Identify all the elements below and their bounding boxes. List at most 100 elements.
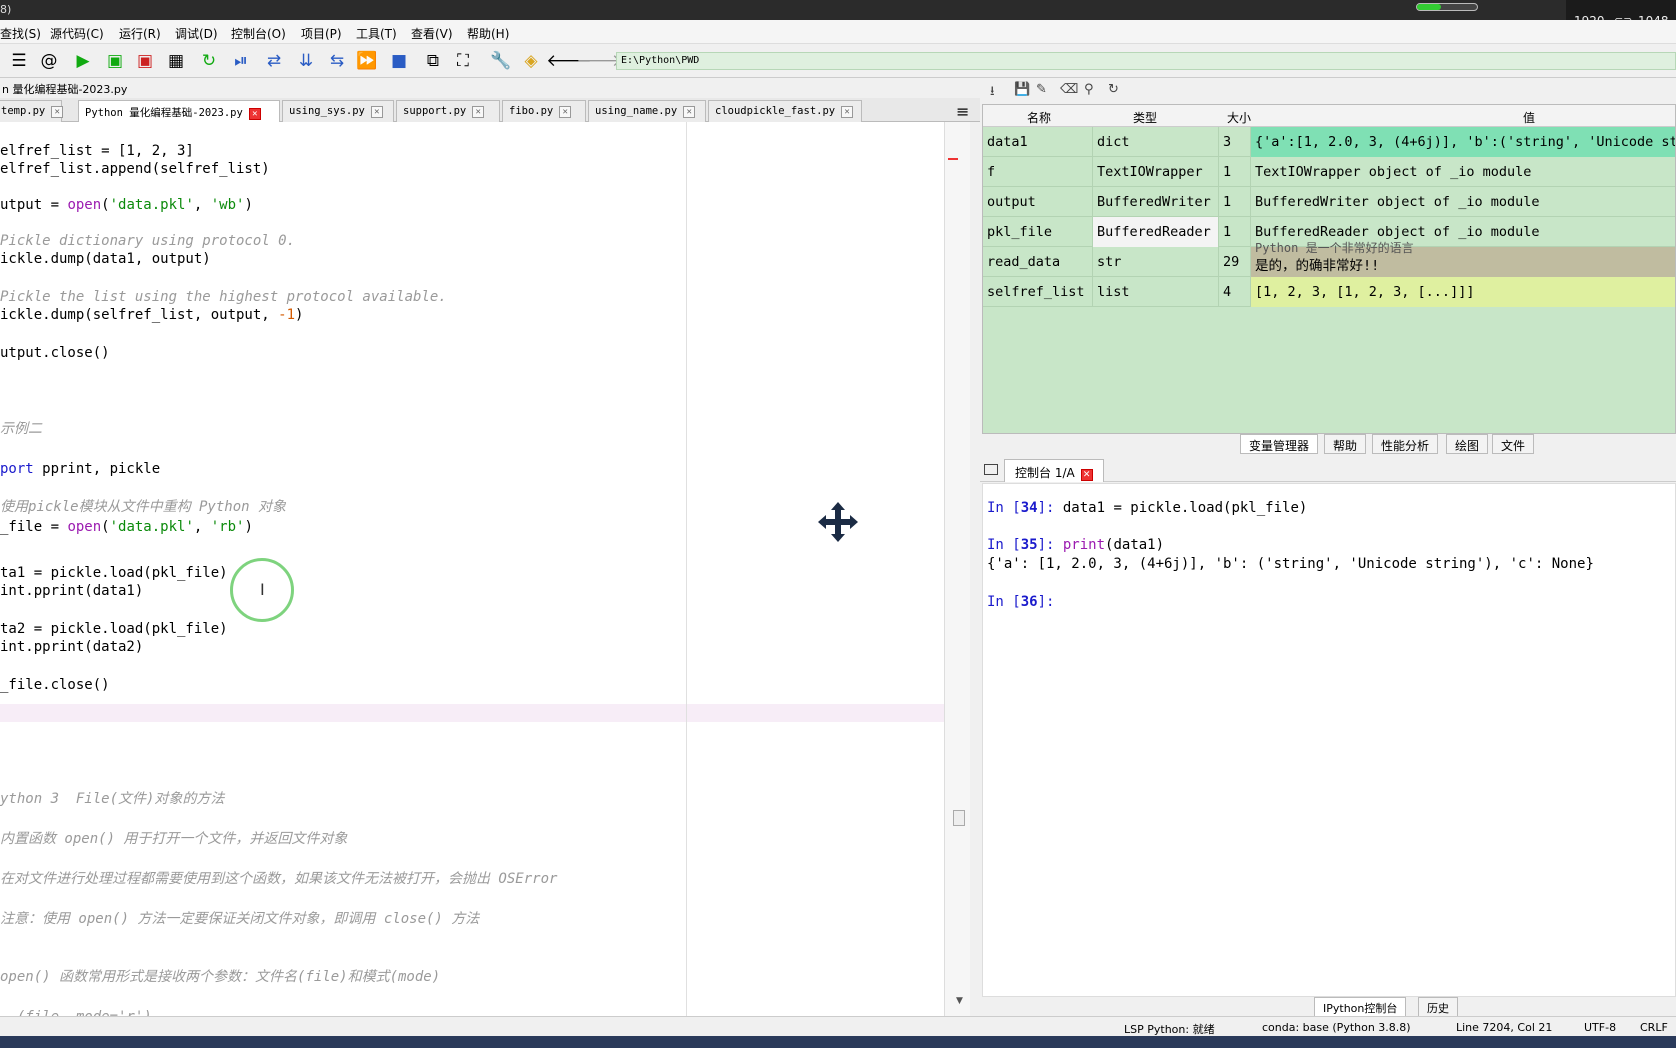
tab-temp[interactable]: temp.py ✕ <box>0 100 64 122</box>
close-icon[interactable]: ✕ <box>248 108 261 120</box>
column-name[interactable]: 名称 <box>1027 109 1051 126</box>
variable-row-output[interactable]: output BufferedWriter 1 BufferedWriter o… <box>983 187 1675 217</box>
close-icon[interactable]: ✕ <box>841 106 854 118</box>
save-data-icon[interactable]: 💾 <box>1014 82 1030 97</box>
code-comment: Pickle dictionary using protocol 0. <box>0 233 296 249</box>
scroll-down-icon[interactable]: ▼ <box>956 996 963 1006</box>
var-name: read_data <box>987 254 1061 270</box>
ipython-console[interactable]: In [34]: data1 = pickle.load(pkl_file) I… <box>982 483 1676 997</box>
run-selection-icon[interactable]: ▦ <box>165 50 187 72</box>
column-size[interactable]: 大小 <box>1227 109 1251 126</box>
column-type[interactable]: 类型 <box>1133 109 1157 126</box>
save-as-icon[interactable]: ✎ <box>1036 82 1047 97</box>
menu-debug[interactable]: 调试(D) <box>175 25 218 42</box>
step-icon[interactable]: ⇄ <box>263 50 285 72</box>
step-into-icon[interactable]: ⇊ <box>295 50 317 72</box>
editor-tab-bar: temp.py ✕ Python 量化编程基础-2023.py ✕ using_sy… <box>0 98 980 123</box>
run-cell-icon[interactable]: ▣ <box>104 50 126 72</box>
tab-cloudpickle-fast[interactable]: cloudpickle_fast.py ✕ <box>708 100 862 122</box>
column-value[interactable]: 值 <box>1523 109 1535 126</box>
code-line: ta1 = pickle.load(pkl_file) <box>0 565 228 581</box>
move-icon[interactable] <box>816 500 860 544</box>
step-return-icon[interactable]: ⇆ <box>326 50 348 72</box>
rerun-icon[interactable]: ↻ <box>198 50 220 72</box>
tab-help[interactable]: 帮助 <box>1324 434 1367 454</box>
code-line: ickle.dump(selfref_list, output, -1) <box>0 307 304 323</box>
var-type: TextIOWrapper <box>1097 164 1203 180</box>
code-comment: Pickle the list using the highest protoc… <box>0 289 447 305</box>
tab-label: fibo.py <box>509 105 554 117</box>
forward-arrow-icon[interactable]: 🡒 <box>576 50 622 72</box>
python-icon[interactable]: ◈ <box>520 50 542 72</box>
variable-row-selfref-list[interactable]: selfref_list list 4 [1, 2, 3, [1, 2, 3, … <box>983 277 1675 307</box>
close-icon[interactable]: ✕ <box>472 106 485 118</box>
code-line: _file = open('data.pkl', 'rb') <box>0 519 253 535</box>
code-comment: ython 3 File(文件)对象的方法 <box>0 791 225 807</box>
menu-run[interactable]: 运行(R) <box>119 25 161 42</box>
var-name: data1 <box>987 134 1028 150</box>
refresh-icon[interactable]: ↻ <box>1108 82 1119 97</box>
scrollbar-thumb[interactable] <box>953 810 965 826</box>
menu-help[interactable]: 帮助(H) <box>467 25 509 42</box>
tab-profiler[interactable]: 性能分析 <box>1372 434 1439 454</box>
tab-plots[interactable]: 绘图 <box>1446 434 1489 454</box>
editor-scrollbar[interactable] <box>944 122 970 1016</box>
menu-search[interactable]: 查找(S) <box>0 25 41 42</box>
tab-fibo[interactable]: fibo.py ✕ <box>502 100 586 122</box>
stop-icon[interactable]: ■ <box>388 50 410 72</box>
search-icon[interactable]: ⚲ <box>1084 82 1094 97</box>
code-line: utput.close() <box>0 345 110 361</box>
close-icon[interactable]: ✕ <box>1080 469 1093 481</box>
menu-source[interactable]: 源代码(C) <box>50 25 104 42</box>
fullscreen-icon[interactable]: ⛶ <box>452 50 474 72</box>
tab-quant-basics[interactable]: Python 量化编程基础-2023.py ✕ <box>78 100 280 123</box>
close-icon[interactable]: ✕ <box>370 106 383 118</box>
status-bar: LSP Python: 就绪 conda: base (Python 3.8.8… <box>0 1016 1676 1036</box>
variable-row-read-data[interactable]: read_data str 29 Python 是一个非常好的语言 是的，的确非… <box>983 241 1675 277</box>
lsp-status[interactable]: LSP Python: 就绪 <box>1124 1021 1215 1037</box>
console-prompt[interactable]: In [36]: <box>987 594 1054 610</box>
code-line: ickle.dump(data1, output) <box>0 251 211 267</box>
close-icon[interactable]: ✕ <box>51 106 64 118</box>
at-icon[interactable]: @ <box>38 50 60 72</box>
code-comment: 使用pickle模块从文件中重构 Python 对象 <box>0 499 287 515</box>
tab-history[interactable]: 历史 <box>1418 997 1458 1017</box>
tab-using-name[interactable]: using_name.py ✕ <box>588 100 706 122</box>
battery-fill <box>1417 4 1441 10</box>
menu-project[interactable]: 项目(P) <box>301 25 342 42</box>
var-name: output <box>987 194 1036 210</box>
menu-console[interactable]: 控制台(O) <box>231 25 286 42</box>
variable-row-data1[interactable]: data1 dict 3 {'a':[1, 2.0, 3, (4+6j)], '… <box>983 127 1675 157</box>
folder-icon[interactable] <box>984 464 998 475</box>
variable-row-f[interactable]: f TextIOWrapper 1 TextIOWrapper object o… <box>983 157 1675 187</box>
code-editor[interactable]: elfref_list = [1, 2, 3] elfref_list.appe… <box>0 122 944 1016</box>
close-icon[interactable]: ✕ <box>683 106 696 118</box>
continue-icon[interactable]: ⏩ <box>356 50 378 72</box>
tab-using-sys[interactable]: using_sys.py ✕ <box>282 100 394 122</box>
maximize-pane-icon[interactable]: ⧉ <box>422 50 444 72</box>
tab-variable-explorer[interactable]: 变量管理器 <box>1240 434 1319 454</box>
table-cell <box>983 157 1093 187</box>
erase-icon[interactable]: ⌫ <box>1060 82 1078 97</box>
tab-ipython-console[interactable]: IPython控制台 <box>1314 997 1407 1017</box>
menu-tools[interactable]: 工具(T) <box>356 25 397 42</box>
import-data-icon[interactable]: ⭳ <box>990 82 995 104</box>
menu-view[interactable]: 查看(V) <box>411 25 453 42</box>
tab-menu-icon[interactable]: ≡ <box>956 102 969 121</box>
working-directory-field[interactable]: E:\Python\PWD <box>616 52 1676 70</box>
close-icon[interactable]: ✕ <box>559 106 572 118</box>
wrench-icon[interactable]: 🔧 <box>490 50 512 72</box>
code-line: elfref_list = [1, 2, 3] <box>0 143 194 159</box>
code-comment: open() 函数常用形式是接收两个参数：文件名(file)和模式(mode) <box>0 969 441 985</box>
console-input: In [35]: print(data1) <box>987 537 1165 553</box>
tab-files[interactable]: 文件 <box>1492 434 1535 454</box>
conda-env[interactable]: conda: base (Python 3.8.8) <box>1262 1021 1411 1034</box>
var-size: 4 <box>1223 284 1232 300</box>
run-icon[interactable]: ▶ <box>72 50 94 72</box>
editor-file-path: n 量化编程基础-2023.py <box>0 78 980 98</box>
run-cell-advance-icon[interactable]: ▣ <box>134 50 156 72</box>
list-icon[interactable]: ☰ <box>8 50 30 72</box>
tab-support[interactable]: support.py ✕ <box>396 100 500 122</box>
debug-icon[interactable]: ⏯ <box>230 50 252 72</box>
tab-console[interactable]: 控制台 1/A ✕ <box>1004 459 1104 482</box>
